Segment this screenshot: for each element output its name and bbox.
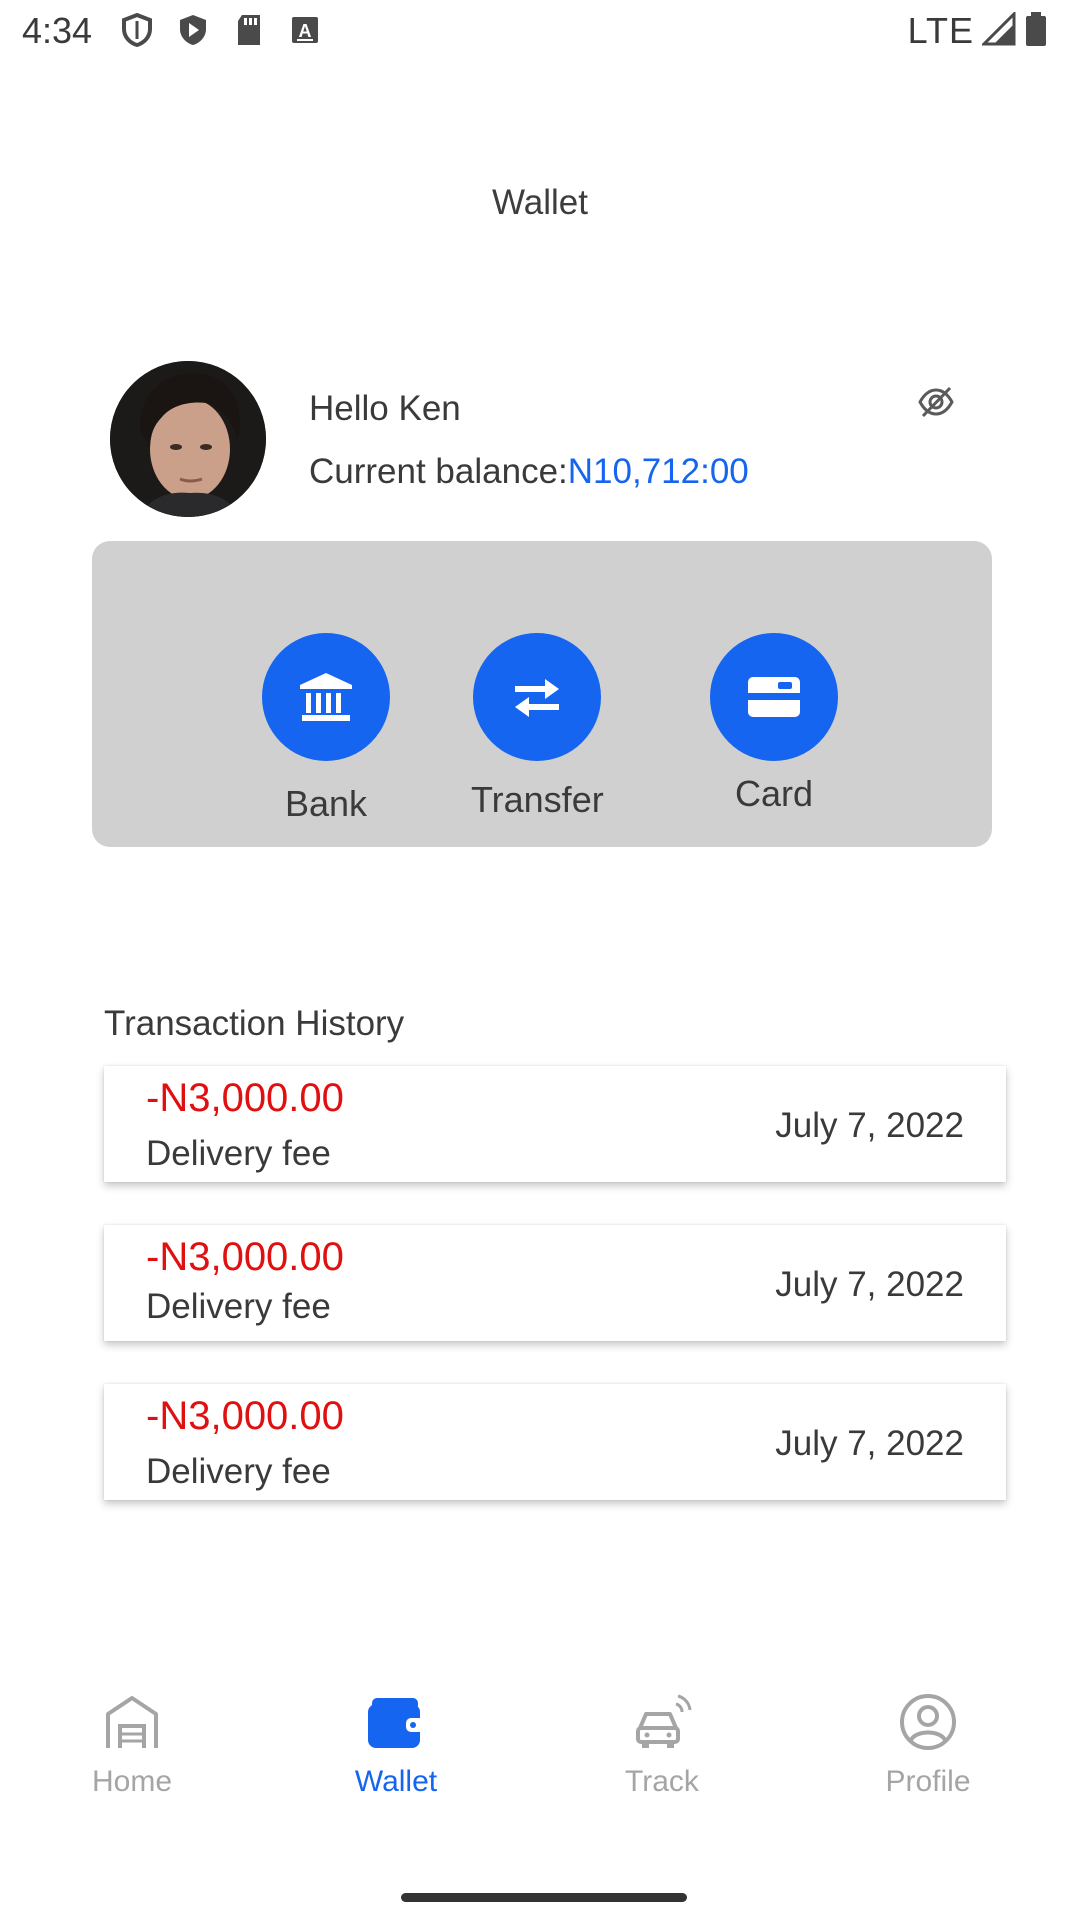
transaction-card[interactable]: -N3,000.00 Delivery fee July 7, 2022 bbox=[104, 1066, 1006, 1182]
transaction-amount: -N3,000.00 bbox=[146, 1394, 344, 1438]
wallet-actions-panel: Bank Transfer Card bbox=[92, 541, 992, 847]
transfer-button[interactable]: Transfer bbox=[471, 633, 604, 821]
balance-label: Current balance: bbox=[309, 452, 568, 491]
transaction-date: July 7, 2022 bbox=[775, 1265, 964, 1304]
balance-line: Current balance:N10,712:00 bbox=[309, 452, 749, 492]
status-time: 4:34 bbox=[22, 10, 93, 51]
sd-card-icon bbox=[232, 12, 266, 48]
track-icon bbox=[630, 1690, 694, 1759]
profile-icon bbox=[896, 1690, 960, 1759]
bank-icon bbox=[262, 633, 390, 761]
status-notification-icons: A bbox=[120, 12, 322, 48]
nav-wallet-label: Wallet bbox=[354, 1765, 438, 1798]
transaction-date: July 7, 2022 bbox=[775, 1424, 964, 1463]
wallet-icon bbox=[364, 1690, 428, 1759]
status-bar: 4:34 A LTE bbox=[0, 0, 1080, 64]
eye-off-icon[interactable] bbox=[916, 382, 956, 422]
transaction-card[interactable]: -N3,000.00 Delivery fee July 7, 2022 bbox=[104, 1384, 1006, 1500]
bank-label: Bank bbox=[284, 783, 368, 824]
shield-icon bbox=[120, 12, 154, 48]
signal-icon bbox=[980, 9, 1016, 51]
bank-button[interactable]: Bank bbox=[262, 633, 390, 825]
card-icon bbox=[710, 633, 838, 761]
transaction-description: Delivery fee bbox=[146, 1452, 331, 1491]
card-label: Card bbox=[734, 773, 814, 814]
play-protect-icon bbox=[176, 12, 210, 48]
status-system-icons: LTE bbox=[907, 9, 1048, 52]
transaction-history-title: Transaction History bbox=[104, 1004, 405, 1043]
nav-track[interactable]: Track bbox=[562, 1690, 762, 1799]
transaction-amount: -N3,000.00 bbox=[146, 1076, 344, 1120]
transaction-date: July 7, 2022 bbox=[775, 1106, 964, 1145]
battery-icon bbox=[1024, 11, 1048, 52]
svg-text:A: A bbox=[299, 21, 312, 41]
card-button[interactable]: Card bbox=[710, 633, 838, 815]
avatar bbox=[110, 361, 266, 517]
balance-value: N10,712:00 bbox=[567, 452, 749, 491]
transaction-description: Delivery fee bbox=[146, 1287, 331, 1326]
greeting-text: Hello Ken bbox=[309, 389, 461, 428]
nav-profile[interactable]: Profile bbox=[828, 1690, 1028, 1799]
transaction-amount: -N3,000.00 bbox=[146, 1235, 344, 1279]
keyboard-icon: A bbox=[288, 12, 322, 48]
transaction-description: Delivery fee bbox=[146, 1134, 331, 1173]
nav-wallet[interactable]: Wallet bbox=[296, 1690, 496, 1799]
nav-track-label: Track bbox=[625, 1765, 699, 1798]
nav-profile-label: Profile bbox=[885, 1765, 971, 1798]
network-type: LTE bbox=[907, 10, 974, 51]
nav-home[interactable]: Home bbox=[32, 1690, 232, 1799]
home-icon bbox=[100, 1690, 164, 1759]
transaction-card[interactable]: -N3,000.00 Delivery fee July 7, 2022 bbox=[104, 1225, 1006, 1341]
page-title: Wallet bbox=[492, 183, 588, 222]
bottom-navigation: Home Wallet Track Profile bbox=[0, 1690, 1080, 1820]
transfer-label: Transfer bbox=[471, 779, 604, 820]
home-indicator[interactable] bbox=[401, 1893, 687, 1902]
nav-home-label: Home bbox=[91, 1765, 173, 1798]
transfer-icon bbox=[473, 633, 602, 761]
